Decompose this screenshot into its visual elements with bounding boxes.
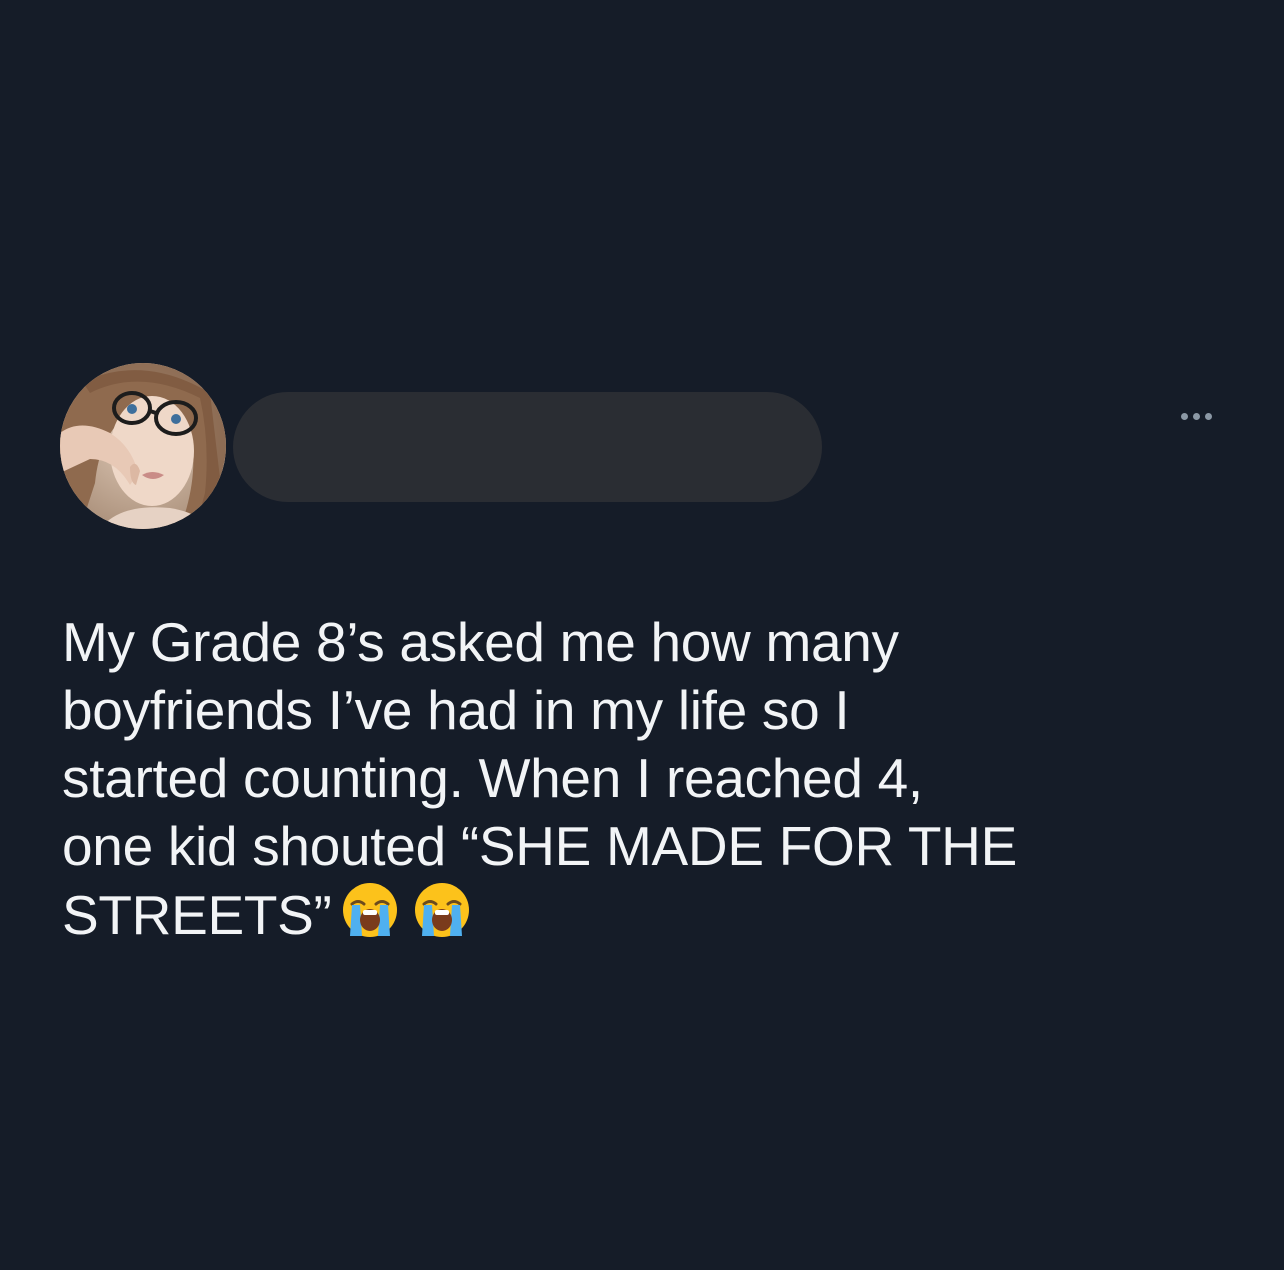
tweet-text-line: My Grade 8’s asked me how many (62, 611, 899, 673)
tweet-text-line: one kid shouted “SHE MADE FOR THE (62, 815, 1017, 877)
display-name-redaction (233, 392, 822, 502)
loudly-crying-face-icon (412, 880, 472, 940)
profile-photo-icon (60, 363, 226, 529)
tweet-text-line: boyfriends I’ve had in my life so I (62, 679, 850, 741)
emoji-group (340, 880, 484, 955)
more-dot (1192, 412, 1200, 420)
more-dot (1204, 412, 1212, 420)
tweet-text-line: started counting. When I reached 4, (62, 747, 923, 809)
tweet-card: My Grade 8’s asked me how many boyfriend… (0, 0, 1284, 1270)
tweet-text-line-last: STREETS” (62, 880, 1242, 955)
loudly-crying-face-icon (340, 880, 400, 940)
more-options-button[interactable] (1168, 396, 1224, 436)
tweet-text: My Grade 8’s asked me how many boyfriend… (62, 608, 1242, 955)
avatar[interactable] (60, 363, 226, 529)
more-horizontal-icon (1180, 412, 1188, 420)
tweet-text-fragment: STREETS” (62, 884, 332, 946)
